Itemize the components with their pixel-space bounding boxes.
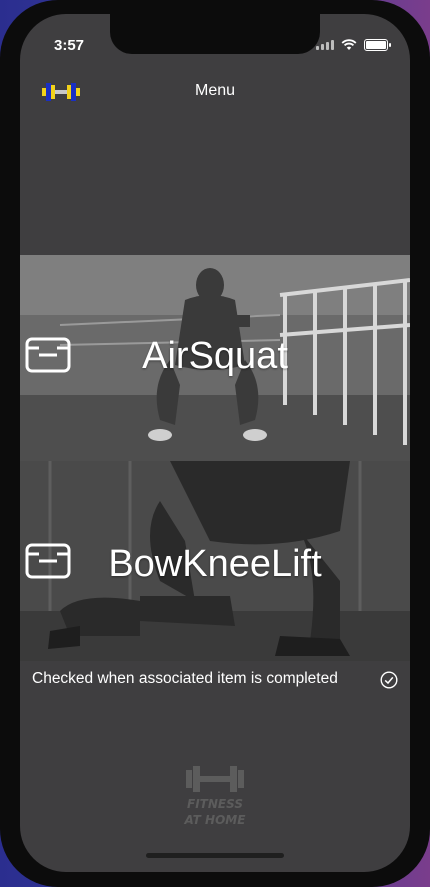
exercise-title: AirSquat <box>142 335 288 377</box>
home-indicator[interactable] <box>146 853 284 858</box>
nav-title: Menu <box>194 82 236 99</box>
brand-line2: AT HOME <box>184 813 247 827</box>
status-indicators <box>316 39 391 51</box>
status-time: 3:57 <box>54 37 85 54</box>
completion-hint: Checked when associated item is complete… <box>32 670 338 687</box>
app-screen: 3:57 Menu AirSquat BowKneeLift Checked w… <box>20 14 410 872</box>
battery-icon <box>364 39 391 51</box>
cellular-signal-icon <box>316 40 334 50</box>
device-notch <box>110 14 320 54</box>
fitness-at-home-logo: FITNESS AT HOME <box>184 766 247 827</box>
device-frame: 3:57 Menu AirSquat BowKneeLift Checked w… <box>0 0 430 887</box>
exercise-card-bowkneelift[interactable]: BowKneeLift <box>20 461 410 661</box>
wifi-icon <box>341 39 357 50</box>
exercise-card-airsquat[interactable]: AirSquat <box>20 255 410 461</box>
brand-line1: FITNESS <box>187 797 243 811</box>
checkmark-circle-icon <box>380 671 398 689</box>
exercise-title: BowKneeLift <box>108 543 322 585</box>
